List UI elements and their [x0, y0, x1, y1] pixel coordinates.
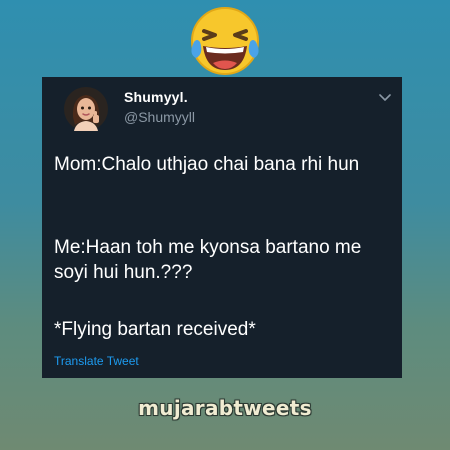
- watermark-text: mujarabtweets: [138, 396, 312, 420]
- author-name[interactable]: Shumyyl.: [124, 89, 188, 105]
- tweet-card[interactable]: Shumyyl. @Shumyyll Mom:Chalo uthjao chai…: [42, 77, 402, 378]
- tweet-text-line-1: Mom:Chalo uthjao chai bana rhi hun: [54, 154, 360, 175]
- tweet-text-line-2: Me:Haan toh me kyonsa bartano me soyi hu…: [54, 237, 362, 283]
- avatar[interactable]: [64, 87, 108, 131]
- author-handle[interactable]: @Shumyyll: [124, 109, 195, 125]
- tweet-text-line-3: *Flying bartan received*: [54, 319, 256, 340]
- translate-tweet-link[interactable]: Translate Tweet: [54, 354, 139, 368]
- laughing-emoji-icon: [186, 2, 264, 80]
- chevron-down-icon[interactable]: [378, 90, 392, 101]
